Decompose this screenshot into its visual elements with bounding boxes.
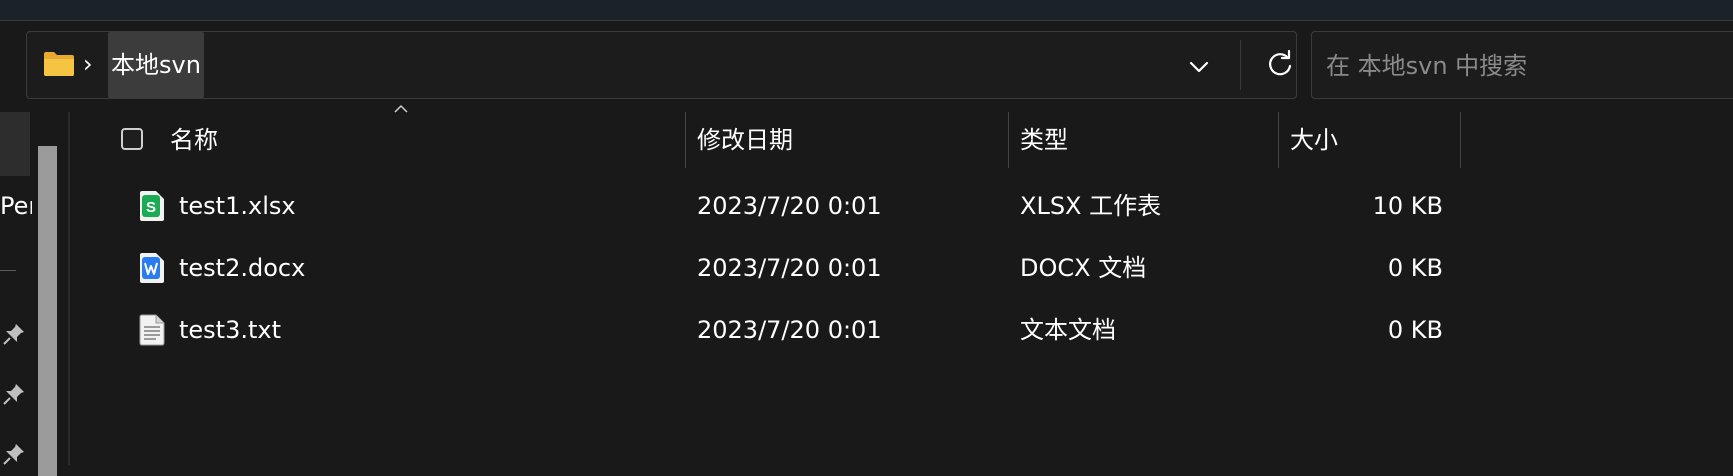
column-header-modified[interactable]: 修改日期: [697, 112, 793, 168]
file-size: 0 KB: [1387, 254, 1443, 282]
pin-icon[interactable]: [2, 382, 26, 406]
column-header-size[interactable]: 大小: [1290, 112, 1338, 168]
column-header-name[interactable]: 名称: [170, 112, 218, 168]
breadcrumb-chevron-icon[interactable]: ›: [83, 48, 93, 80]
text-file-icon: [139, 314, 165, 346]
column-divider[interactable]: [1008, 112, 1009, 168]
file-type: XLSX 工作表: [1020, 192, 1162, 220]
select-all-checkbox[interactable]: [121, 128, 143, 150]
search-input[interactable]: [1324, 32, 1728, 100]
file-name[interactable]: test2.docx: [179, 238, 305, 298]
navigation-pane: Pers: [0, 112, 68, 476]
file-modified: 2023/7/20 0:01: [697, 316, 882, 344]
file-type: 文本文档: [1020, 316, 1116, 344]
nav-scrollbar-thumb[interactable]: [38, 146, 57, 476]
file-modified: 2023/7/20 0:01: [697, 192, 882, 220]
file-name[interactable]: test3.txt: [179, 300, 281, 360]
column-divider[interactable]: [1278, 112, 1279, 168]
search-box[interactable]: [1311, 31, 1733, 100]
pin-icon[interactable]: [2, 442, 26, 466]
file-row[interactable]: test3.txt 2023/7/20 0:01 文本文档 0 KB: [70, 300, 1470, 360]
breadcrumb-current-folder[interactable]: 本地svn: [108, 32, 204, 98]
file-row[interactable]: S test1.xlsx 2023/7/20 0:01 XLSX 工作表 10 …: [70, 176, 1470, 236]
spreadsheet-icon: S: [140, 191, 164, 221]
svg-text:S: S: [146, 199, 156, 216]
address-bar[interactable]: › 本地svn: [26, 31, 1297, 99]
file-size: 0 KB: [1387, 316, 1443, 344]
column-divider[interactable]: [685, 112, 686, 168]
window-title-bar: [0, 0, 1733, 21]
pin-icon[interactable]: [2, 322, 26, 346]
file-name[interactable]: test1.xlsx: [179, 176, 296, 236]
file-modified: 2023/7/20 0:01: [697, 254, 882, 282]
folder-icon: [44, 52, 74, 76]
column-header-type[interactable]: 类型: [1020, 112, 1068, 168]
nav-divider: [0, 270, 16, 271]
file-size: 10 KB: [1372, 192, 1443, 220]
refresh-icon[interactable]: [1264, 49, 1296, 81]
file-type: DOCX 文档: [1020, 254, 1147, 282]
nav-item-label[interactable]: Pers: [0, 192, 32, 220]
nav-selected-item[interactable]: [0, 112, 30, 176]
address-history-dropdown-icon[interactable]: [1184, 52, 1214, 82]
word-document-icon: [140, 253, 164, 283]
column-header: 名称 修改日期 类型 大小: [70, 112, 1733, 168]
file-row[interactable]: test2.docx 2023/7/20 0:01 DOCX 文档 0 KB: [70, 238, 1470, 298]
column-divider[interactable]: [1460, 112, 1461, 168]
address-divider: [1240, 40, 1241, 90]
